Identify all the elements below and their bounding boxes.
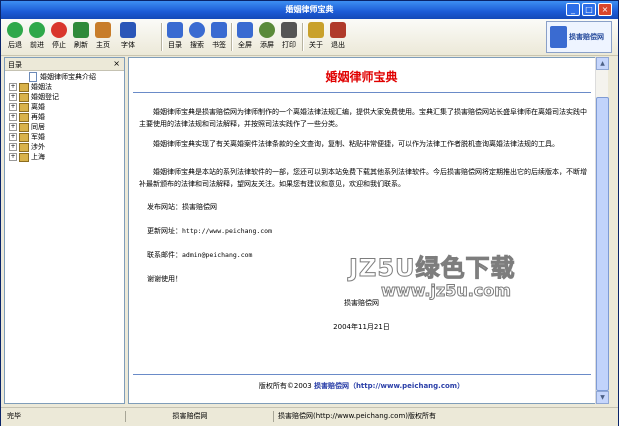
site-logo: 损害赔偿网 xyxy=(546,21,612,53)
status-bar: 完毕 损害赔偿网 损害赔偿网(http://www.peichang.com)版… xyxy=(1,407,618,426)
maximize-button[interactable]: □ xyxy=(582,3,596,16)
sidebar-header: 目录 × xyxy=(5,58,124,71)
forward-icon xyxy=(29,22,45,38)
book-icon xyxy=(19,102,29,112)
vertical-scrollbar[interactable]: ▲ ▼ xyxy=(595,57,609,404)
fullscreen-button[interactable]: 全屏 xyxy=(234,22,256,50)
exit-icon xyxy=(330,22,346,38)
print-button[interactable]: 打印 xyxy=(278,22,300,50)
expand-icon[interactable]: + xyxy=(9,113,17,121)
tree-item[interactable]: + 军婚 xyxy=(9,132,45,142)
sidebar-title: 目录 xyxy=(8,61,22,69)
book-icon xyxy=(19,132,29,142)
expand-icon[interactable]: + xyxy=(9,103,17,111)
expand-icon[interactable]: + xyxy=(9,133,17,141)
search-icon xyxy=(189,22,205,38)
book-icon xyxy=(19,92,29,102)
expand-icon[interactable]: + xyxy=(9,123,17,131)
toolbar-separator xyxy=(231,23,233,51)
tree-item[interactable]: + 婚姻法 xyxy=(9,82,52,92)
email-link[interactable]: admin@peichang.com xyxy=(182,251,252,259)
update-link[interactable]: http://www.peichang.com xyxy=(182,227,272,235)
thanks-line: 谢谢使用！ xyxy=(147,275,182,283)
feature-paragraph: 婚姻律师宝典实现了有关离婚案件法律条款的全文查询，复制、粘贴非常便捷，可以作为法… xyxy=(153,140,559,148)
expand-icon[interactable]: + xyxy=(9,93,17,101)
watermark-url: www.jz5u.com xyxy=(381,281,512,301)
watermark-title: JZ5U绿色下载 xyxy=(349,254,516,283)
publisher-line: 发布网站：损害赔偿网 xyxy=(147,203,217,211)
bookmark-button[interactable]: 书签 xyxy=(208,22,230,50)
series-paragraph: 婚姻律师宝典是本站的系列法律软件的一部，您还可以到本站免费下载其他系列法律软件。… xyxy=(139,168,587,188)
minimize-button[interactable]: _ xyxy=(566,3,580,16)
catalog-button[interactable]: 目录 xyxy=(164,22,186,50)
back-button[interactable]: 后退 xyxy=(4,22,26,50)
close-button[interactable]: × xyxy=(598,3,612,16)
stop-button[interactable]: 停止 xyxy=(48,22,70,50)
status-middle: 损害赔偿网 xyxy=(125,411,250,422)
exit-button[interactable]: 退出 xyxy=(327,22,349,50)
footer-link[interactable]: （http://www.peichang.com） xyxy=(349,382,464,390)
search-button[interactable]: 搜索 xyxy=(186,22,208,50)
font-icon xyxy=(120,22,136,38)
catalog-icon xyxy=(167,22,183,38)
about-button[interactable]: 关于 xyxy=(305,22,327,50)
tree-item[interactable]: + 上海 xyxy=(9,152,45,162)
intro-paragraph: 婚姻律师宝典是损害赔偿网为律师制作的一个离婚法律法规汇编，提供大家免费使用。宝典… xyxy=(139,108,587,128)
clock-icon xyxy=(259,22,275,38)
book-icon xyxy=(19,122,29,132)
stop-icon xyxy=(51,22,67,38)
bookmark-icon xyxy=(211,22,227,38)
home-icon xyxy=(95,22,111,38)
tree-item[interactable]: + 涉外 xyxy=(9,142,45,152)
refresh-button[interactable]: 刷新 xyxy=(70,22,92,50)
forward-button[interactable]: 前进 xyxy=(26,22,48,50)
toolbar-separator xyxy=(302,23,304,51)
tree-item[interactable]: + 再婚 xyxy=(9,112,45,122)
document-icon xyxy=(29,72,37,82)
book-icon xyxy=(19,152,29,162)
status-right: 损害赔偿网(http://www.peichang.com)版权所有 xyxy=(273,411,436,422)
tree-item[interactable]: + 婚姻登记 xyxy=(9,92,59,102)
book-icon xyxy=(19,142,29,152)
content-pane: 婚姻律师宝典 婚姻律师宝典是损害赔偿网为律师制作的一个离婚法律法规汇编，提供大家… xyxy=(128,57,606,404)
update-line: 更新网址：http://www.peichang.com xyxy=(147,227,273,235)
tree-item-intro[interactable]: 婚姻律师宝典介绍 xyxy=(29,72,96,82)
toolbar-separator xyxy=(161,23,163,51)
scroll-up-icon[interactable]: ▲ xyxy=(596,57,609,70)
close-icon[interactable]: × xyxy=(113,59,120,68)
publish-date: 2004年11月21日 xyxy=(333,323,390,331)
tree-item[interactable]: + 同居 xyxy=(9,122,45,132)
refresh-icon xyxy=(73,22,89,38)
copyright-footer: 版权所有©2003 损害赔偿网（http://www.peichang.com） xyxy=(258,382,465,390)
fullscreen-icon xyxy=(237,22,253,38)
scroll-down-icon[interactable]: ▼ xyxy=(596,391,609,404)
catalog-sidebar: 目录 × 婚姻律师宝典介绍 + 婚姻法 + 婚姻登记 + 离婚 + 再婚 + 同居 + 军婚… xyxy=(4,57,125,404)
status-left: 完毕 xyxy=(7,412,21,420)
back-icon xyxy=(7,22,23,38)
tree-item[interactable]: + 离婚 xyxy=(9,102,45,112)
scroll-thumb[interactable] xyxy=(596,97,609,391)
expand-icon[interactable]: + xyxy=(9,83,17,91)
toolbar: 后退 前进 停止 刷新 主页 字体 目录 搜索 书签 全屏 添屏 打印 关于 退… xyxy=(1,19,618,56)
footer-divider xyxy=(133,374,591,375)
page-title: 婚姻律师宝典 xyxy=(325,70,398,84)
email-line: 联系邮件：admin@peichang.com xyxy=(147,251,253,259)
expand-icon[interactable]: + xyxy=(9,143,17,151)
app-window: 婚姻律师宝典 _ □ × 后退 前进 停止 刷新 主页 字体 目录 搜索 书签 … xyxy=(0,0,619,426)
signature: 损害赔偿网 xyxy=(344,299,379,307)
book-icon xyxy=(19,82,29,92)
print-icon xyxy=(281,22,297,38)
logo-mark-icon xyxy=(550,26,567,48)
add-screen-button[interactable]: 添屏 xyxy=(256,22,278,50)
expand-icon[interactable]: + xyxy=(9,153,17,161)
title-bar[interactable]: 婚姻律师宝典 _ □ × xyxy=(1,1,618,19)
title-divider xyxy=(133,92,591,93)
window-title: 婚姻律师宝典 xyxy=(285,5,334,14)
book-icon xyxy=(19,112,29,122)
about-icon xyxy=(308,22,324,38)
home-button[interactable]: 主页 xyxy=(92,22,114,50)
font-button[interactable]: 字体 xyxy=(117,22,139,50)
